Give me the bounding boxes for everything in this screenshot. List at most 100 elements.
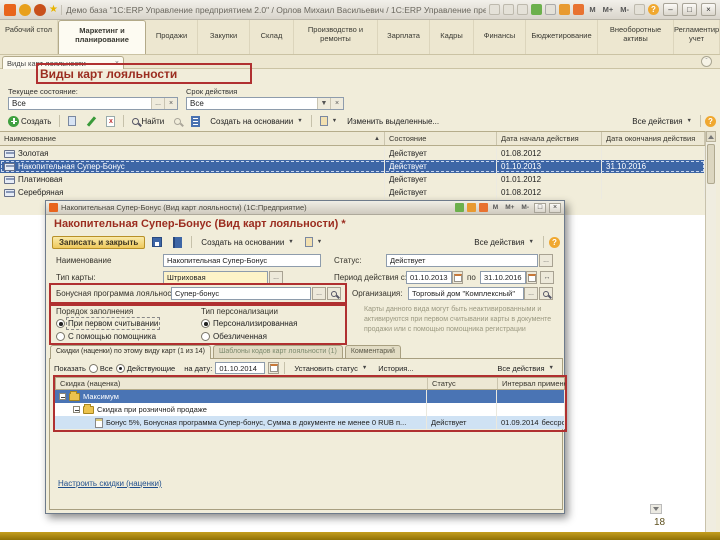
cancel-search-button[interactable]	[170, 116, 185, 127]
all-actions-button[interactable]: Все действия ▼	[628, 115, 696, 128]
calendar-icon[interactable]	[466, 203, 476, 212]
table-row[interactable]: Серебряная Действует 01.08.2012	[0, 186, 705, 199]
open-magnifier-icon[interactable]	[327, 287, 341, 300]
change-selected-button[interactable]: Изменить выделенные...	[343, 115, 443, 128]
memory-m-button[interactable]: M	[587, 5, 597, 14]
create-based-button[interactable]: Создать на основании ▼	[197, 236, 297, 249]
slide-scroll-icon[interactable]	[650, 504, 662, 514]
home-icon[interactable]	[19, 3, 31, 16]
section-tab-purchasing[interactable]: Закупки	[198, 20, 250, 54]
choose-dots-icon[interactable]: ...	[539, 254, 553, 267]
radio-first-scan[interactable]: При первом считывании	[56, 317, 161, 330]
section-tab-marketing[interactable]: Маркетинг и планирование	[58, 20, 146, 54]
section-tab-assets[interactable]: Внеоборотные активы	[598, 20, 674, 54]
all-actions-button[interactable]: Все действия ▼	[470, 236, 538, 249]
save-close-button[interactable]: Записать и закрыть	[52, 235, 146, 249]
radio-show-all[interactable]: Все	[88, 363, 113, 373]
choose-dots-icon[interactable]: ...	[524, 287, 538, 300]
section-tab-regulated[interactable]: Регламентированный учет	[674, 20, 720, 54]
calendar-picker-icon[interactable]	[526, 271, 537, 284]
table-row[interactable]: Платиновая Действует 01.01.2012	[0, 173, 705, 186]
scroll-up-icon[interactable]	[706, 131, 716, 142]
memory-mplus-button[interactable]: M+	[503, 204, 516, 211]
radio-anonymous[interactable]: Обезличенная	[201, 332, 267, 341]
tab-code-templates[interactable]: Шаблоны кодов карт лояльности (1)	[212, 345, 343, 359]
filter-state-combo[interactable]: Все ... ×	[8, 97, 178, 110]
section-tab-production[interactable]: Производство и ремонты	[294, 20, 378, 54]
tree-collapse-icon[interactable]	[59, 393, 66, 400]
maximize-button[interactable]: □	[682, 3, 697, 16]
period-range-button[interactable]: ↔	[540, 271, 554, 284]
tab-discounts[interactable]: Скидки (наценки) по этому виду карт (1 и…	[50, 345, 211, 359]
calendar-picker-icon[interactable]	[268, 362, 280, 374]
report-menu-button[interactable]: ▼	[301, 235, 326, 249]
period-from-field[interactable]: 01.10.2013	[406, 271, 452, 284]
organization-field[interactable]: Торговый дом "Комплексный"	[408, 287, 524, 300]
dialog-restore-button[interactable]: □	[534, 202, 546, 213]
save-button[interactable]	[148, 235, 166, 249]
formula-icon[interactable]	[545, 4, 557, 15]
clear-icon[interactable]: ×	[330, 98, 343, 109]
history-button[interactable]: История...	[374, 362, 417, 375]
section-tab-payroll[interactable]: Зарплата	[378, 20, 430, 54]
read-button[interactable]	[169, 235, 186, 250]
discount-row[interactable]: Скидка при розничной продаже	[55, 403, 565, 416]
period-to-field[interactable]: 31.10.2016	[480, 271, 526, 284]
column-status[interactable]: Статус	[428, 378, 498, 389]
memory-mminus-button[interactable]: M-	[519, 204, 531, 211]
find-button[interactable]: Найти	[128, 115, 168, 128]
calc-icon[interactable]	[454, 203, 464, 212]
scrollbar-thumb[interactable]	[707, 144, 715, 184]
create-button[interactable]: Создать	[4, 114, 55, 129]
card-type-field[interactable]: Штриховая	[163, 271, 268, 284]
print-icon[interactable]	[489, 4, 501, 15]
section-tab-warehouse[interactable]: Склад	[250, 20, 294, 54]
radio-assistant[interactable]: С помощью помощника	[56, 332, 156, 341]
set-status-button[interactable]: Установить статус ▼	[290, 362, 371, 375]
tree-collapse-icon[interactable]	[73, 406, 80, 413]
section-tab-sales[interactable]: Продажи	[146, 20, 198, 54]
choose-dots-icon[interactable]: ...	[269, 271, 283, 284]
history-icon[interactable]	[34, 3, 46, 16]
minimize-button[interactable]: –	[663, 3, 678, 16]
clear-icon[interactable]: ×	[164, 98, 177, 109]
memory-m-button[interactable]: M	[491, 204, 500, 211]
column-name[interactable]: Наименование ▲	[0, 132, 385, 145]
info-icon[interactable]: ?	[648, 4, 659, 15]
list-settings-button[interactable]	[187, 114, 204, 129]
column-interval[interactable]: Интервал применения	[498, 378, 566, 389]
choose-dots-icon[interactable]: ...	[151, 98, 164, 109]
table-row-selected[interactable]: Накопительная Супер-Бонус Действует 01.1…	[0, 160, 705, 173]
radio-personalized[interactable]: Персонализированная	[201, 319, 297, 328]
filter-period-combo[interactable]: Все ▼ ×	[186, 97, 344, 110]
all-actions-button[interactable]: Все действия ▼	[493, 362, 558, 375]
name-field[interactable]: Накопительная Супер-Бонус	[163, 254, 321, 267]
calendar-icon[interactable]	[559, 4, 571, 15]
vertical-scrollbar[interactable]	[705, 131, 716, 532]
section-tab-hr[interactable]: Кадры	[430, 20, 474, 54]
calendar-alt-icon[interactable]	[478, 203, 488, 212]
report-menu-button[interactable]: ▼	[316, 114, 341, 128]
column-start-date[interactable]: Дата начала действия	[497, 132, 602, 145]
date-field[interactable]: 01.10.2014	[215, 362, 266, 374]
close-button[interactable]: ×	[701, 3, 716, 16]
bonus-program-field[interactable]: Супер-бонус	[171, 287, 311, 300]
create-based-button[interactable]: Создать на основании ▼	[206, 115, 306, 128]
configure-discounts-link[interactable]: Настроить скидки (наценки)	[58, 479, 162, 488]
collapse-panel-icon[interactable]: ˇ	[701, 56, 712, 67]
dialog-close-button[interactable]: ×	[549, 202, 561, 213]
help-icon[interactable]: ?	[549, 236, 560, 248]
tools-icon[interactable]	[634, 4, 645, 15]
memory-mminus-button[interactable]: M-	[618, 5, 631, 14]
column-end-date[interactable]: Дата окончания действия	[602, 132, 705, 145]
tab-comment[interactable]: Комментарий	[344, 345, 401, 359]
choose-dots-icon[interactable]: ...	[312, 287, 326, 300]
tab-close-icon[interactable]: ×	[115, 60, 119, 67]
radio-show-active[interactable]: Действующие	[115, 363, 175, 373]
open-magnifier-icon[interactable]	[539, 287, 553, 300]
calc-icon[interactable]	[531, 4, 543, 15]
delete-button[interactable]: x	[102, 114, 119, 129]
column-discount[interactable]: Скидка (наценка)	[56, 378, 428, 389]
favorites-star-icon[interactable]: ★	[49, 4, 58, 15]
save-icon[interactable]	[517, 4, 529, 15]
